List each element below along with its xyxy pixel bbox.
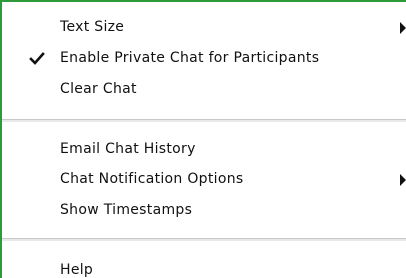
menu-item-label: Text Size: [60, 19, 125, 35]
menu-item-enable-private-chat[interactable]: Enable Private Chat for Participants: [2, 47, 406, 71]
submenu-arrow-icon: [400, 174, 406, 186]
menu-item-label: Email Chat History: [60, 141, 196, 157]
chat-options-menu: Text Size Enable Private Chat for Partic…: [0, 0, 406, 278]
menu-item-email-chat-history[interactable]: Email Chat History: [2, 138, 406, 162]
menu-item-chat-notification-options[interactable]: Chat Notification Options: [2, 168, 406, 192]
menu-item-label: Enable Private Chat for Participants: [60, 50, 320, 66]
submenu-arrow-icon: [400, 22, 406, 34]
menu-item-label: Clear Chat: [60, 81, 137, 97]
checkmark-icon: [29, 52, 45, 65]
menu-item-help[interactable]: Help: [2, 259, 406, 278]
menu-item-show-timestamps[interactable]: Show Timestamps: [2, 199, 406, 223]
menu-divider: [2, 238, 406, 241]
menu-divider: [2, 119, 406, 122]
menu-item-text-size[interactable]: Text Size: [2, 16, 406, 40]
menu-item-clear-chat[interactable]: Clear Chat: [2, 78, 406, 102]
menu-item-label: Chat Notification Options: [60, 171, 244, 187]
menu-item-label: Show Timestamps: [60, 202, 193, 218]
menu-item-label: Help: [60, 262, 94, 278]
